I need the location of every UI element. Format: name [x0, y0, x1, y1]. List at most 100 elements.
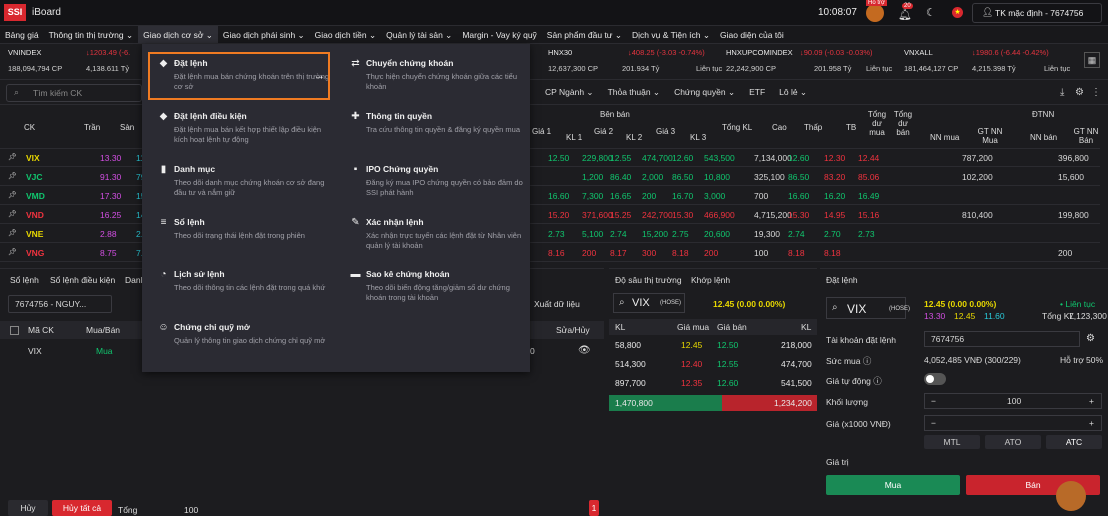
acct-select[interactable]: 7674756 — [924, 331, 1080, 347]
pin-icon[interactable]: 📌︎ — [8, 191, 17, 199]
minus-icon[interactable]: − — [931, 396, 936, 406]
col-tong-kl[interactable]: Tổng KL — [722, 123, 752, 132]
menu-xac-nhan-lenh[interactable]: ✎ Xác nhận lệnh Xác nhận trực tuyến các lệ… — [351, 217, 546, 251]
more-icon[interactable]: ⋮ — [1091, 87, 1101, 98]
tab-so-lenh-dieu-kien[interactable]: Sổ lệnh điều kiện — [50, 275, 115, 285]
help-avatar-icon[interactable] — [866, 4, 884, 22]
qty-stepper[interactable]: − 100 + — [924, 393, 1102, 409]
col-tran[interactable]: Trần — [84, 123, 100, 132]
buy-button[interactable]: Mua — [826, 475, 960, 495]
index-card[interactable]: HNX30 ↓408.25 (-3.03 -0.74%) 12,637,300 … — [548, 48, 723, 78]
menu-sao-ke-chung-khoan[interactable]: ▬ Sao kê chứng khoán Theo dõi biến động tă… — [351, 269, 546, 303]
col-tong-du-mua[interactable]: Tổng dư mua — [866, 110, 888, 137]
menu-giao-dich-co-so[interactable]: Giao dịch cơ sở ⌄ — [138, 26, 218, 43]
col-cao[interactable]: Cao — [772, 123, 787, 132]
eye-icon[interactable]: 👁︎ — [578, 345, 591, 356]
col-kl1[interactable]: KL 1 — [566, 133, 582, 142]
menu-giao-dich-phai-sinh[interactable]: Giao dịch phái sinh ⌄ — [218, 26, 310, 43]
tab-do-sau[interactable]: Độ sâu thị trường — [615, 275, 682, 285]
filter-lo-le[interactable]: Lô lẻ ⌄ — [779, 87, 807, 98]
col-tong-du-ban[interactable]: Tổng dư bán — [892, 110, 914, 137]
index-card[interactable]: HNXUPCOMINDEX ↓90.09 (-0.03 -0.03%) 22,2… — [726, 48, 901, 78]
pin-icon[interactable]: 📌︎ — [8, 172, 17, 180]
account-select[interactable]: 7674756 - NGUY... — [8, 295, 112, 313]
minus-icon[interactable]: − — [931, 418, 936, 428]
menu-dat-lenh-dieu-kien[interactable]: ◆ Đặt lệnh điều kiện Đặt lệnh mua bán kết … — [160, 111, 354, 145]
search-input[interactable]: Tìm kiếm CK — [6, 84, 142, 102]
pin-icon[interactable]: 📌︎ — [8, 229, 17, 237]
menu-margin[interactable]: Margin - Vay ký quỹ — [457, 26, 541, 43]
menu-chung-chi-quy-mo[interactable]: ☺ Chứng chỉ quỹ mở Quản lý thông tin giao … — [158, 322, 354, 346]
qty-value: 100 — [1007, 396, 1022, 406]
col-nn-mua[interactable]: NN mua — [930, 133, 959, 142]
auto-price-label: Giá tự động ⓘ — [826, 376, 882, 386]
price-stepper[interactable]: − + — [924, 415, 1102, 431]
menu-chuyen-chung-khoan[interactable]: ⇄ Chuyển chứng khoán Thực hiện chuyển chứn… — [351, 58, 546, 92]
plus-icon[interactable]: + — [1089, 418, 1094, 428]
menu-thong-tin-quyen[interactable]: ✚ Thông tin quyền Tra cứu thông tin quyền … — [351, 111, 546, 135]
menu-giao-dich-tien[interactable]: Giao dịch tiền ⌄ — [310, 26, 381, 43]
vn-flag-icon[interactable]: ★ — [952, 7, 963, 18]
cell-cao: 86.50 — [788, 172, 810, 182]
gear-icon[interactable]: ⚙ — [1075, 87, 1084, 98]
pin-icon[interactable]: 📌︎ — [8, 210, 17, 218]
tab-so-lenh[interactable]: Sổ lệnh — [10, 275, 39, 285]
menu-dich-vu-tien-ich[interactable]: Dịch vụ & Tiện ích ⌄ — [627, 26, 715, 43]
menu-lich-su-lenh[interactable]: ◔ Lịch sử lệnh Theo dõi thông tin các lệnh… — [160, 269, 354, 293]
menu-so-lenh[interactable]: ≡ Sổ lệnh Theo dõi trạng thái lệnh đặt tro… — [161, 217, 354, 241]
col-thap[interactable]: Thấp — [804, 123, 822, 132]
moon-icon[interactable]: ☾ — [926, 6, 936, 19]
grid-view-icon[interactable]: ▦ — [1084, 52, 1100, 68]
menu-quan-ly-tai-san[interactable]: Quản lý tài sản ⌄ — [381, 26, 457, 43]
gear-icon[interactable]: ⚙ — [1086, 333, 1095, 344]
item-desc: Thực hiện chuyển chứng khoán giữa các ti… — [366, 72, 517, 91]
download-icon[interactable]: ⤓ — [1060, 87, 1064, 98]
col-ck[interactable]: CK — [24, 123, 35, 132]
col-tb[interactable]: TB — [846, 123, 856, 132]
bell-icon[interactable]: 🔔︎ — [898, 8, 912, 21]
symbol-input[interactable]: ⌕ VIX (HOSE) — [826, 297, 910, 319]
mtl-button[interactable]: MTL — [924, 435, 980, 449]
col-gt-nn-ban[interactable]: GT NN Bán — [1072, 127, 1100, 145]
pin-icon[interactable]: 📌︎ — [8, 248, 17, 256]
ato-button[interactable]: ATO — [985, 435, 1041, 449]
col-nn-ban[interactable]: NN bán — [1030, 133, 1057, 142]
select-all-checkbox[interactable] — [10, 326, 19, 335]
menu-ipo-chung-quyen[interactable]: ▪ IPO Chứng quyền Đăng ký mua IPO chứng qu… — [354, 164, 546, 198]
menu-bang-gia[interactable]: Bảng giá — [0, 26, 44, 43]
support-avatar-icon[interactable] — [1056, 481, 1086, 511]
menu-san-pham-dau-tu[interactable]: Sản phẩm đầu tư ⌄ — [542, 26, 627, 43]
cell-g3: 15.30 — [672, 210, 694, 220]
tab-dat-lenh[interactable]: Đặt lệnh — [826, 275, 858, 285]
menu-danh-muc[interactable]: ▮ Danh mục Theo dõi danh mục chứng khoán c… — [161, 164, 354, 198]
cell-k1: 371,600 — [582, 210, 613, 220]
cell-ck: VMD — [26, 191, 45, 201]
item-title: Đặt lệnh điều kiện — [174, 111, 247, 121]
cell-k3: 10,800 — [704, 172, 730, 182]
pin-icon[interactable]: 📌︎ — [8, 153, 17, 161]
filter-etf[interactable]: ETF — [749, 87, 765, 98]
filter-cp-nganh[interactable]: CP Ngành ⌄ — [545, 87, 594, 98]
cell-k2: 242,700 — [642, 210, 673, 220]
col-ben-ban: Bên bán — [600, 110, 630, 119]
col-kl2[interactable]: KL 2 — [626, 133, 642, 142]
col-kl3[interactable]: KL 3 — [690, 133, 706, 142]
depth-symbol-input[interactable]: ⌕ VIX (HOSE) — [613, 293, 685, 313]
filter-thoa-thuan[interactable]: Thỏa thuận ⌄ — [608, 87, 661, 98]
index-status: Liên tục — [866, 64, 893, 73]
filter-chung-quyen[interactable]: Chứng quyền ⌄ — [674, 87, 735, 98]
menu-giao-dien[interactable]: Giao diện của tôi — [715, 26, 789, 43]
tab-khop-lenh[interactable]: Khớp lệnh — [691, 275, 730, 285]
col-gia2[interactable]: Giá 2 — [594, 127, 613, 136]
clock-icon: ◔ — [160, 269, 167, 280]
atc-button[interactable]: ATC — [1046, 435, 1102, 449]
plus-icon[interactable]: + — [1089, 396, 1094, 406]
menu-thong-tin-thi-truong[interactable]: Thông tin thị trường ⌄ — [44, 26, 139, 43]
cell-tkl: 19,300 — [754, 229, 780, 239]
ssi-logo[interactable]: SSI — [4, 4, 26, 21]
col-san[interactable]: Sàn — [120, 123, 134, 132]
col-gt-nn-mua[interactable]: GT NN Mua — [976, 127, 1004, 145]
auto-price-toggle[interactable] — [924, 373, 946, 385]
index-card[interactable]: VNXALL ↓1980.6 (-6.44 -0.42%) 181,464,12… — [904, 48, 1074, 78]
col-gia3[interactable]: Giá 3 — [656, 127, 675, 136]
